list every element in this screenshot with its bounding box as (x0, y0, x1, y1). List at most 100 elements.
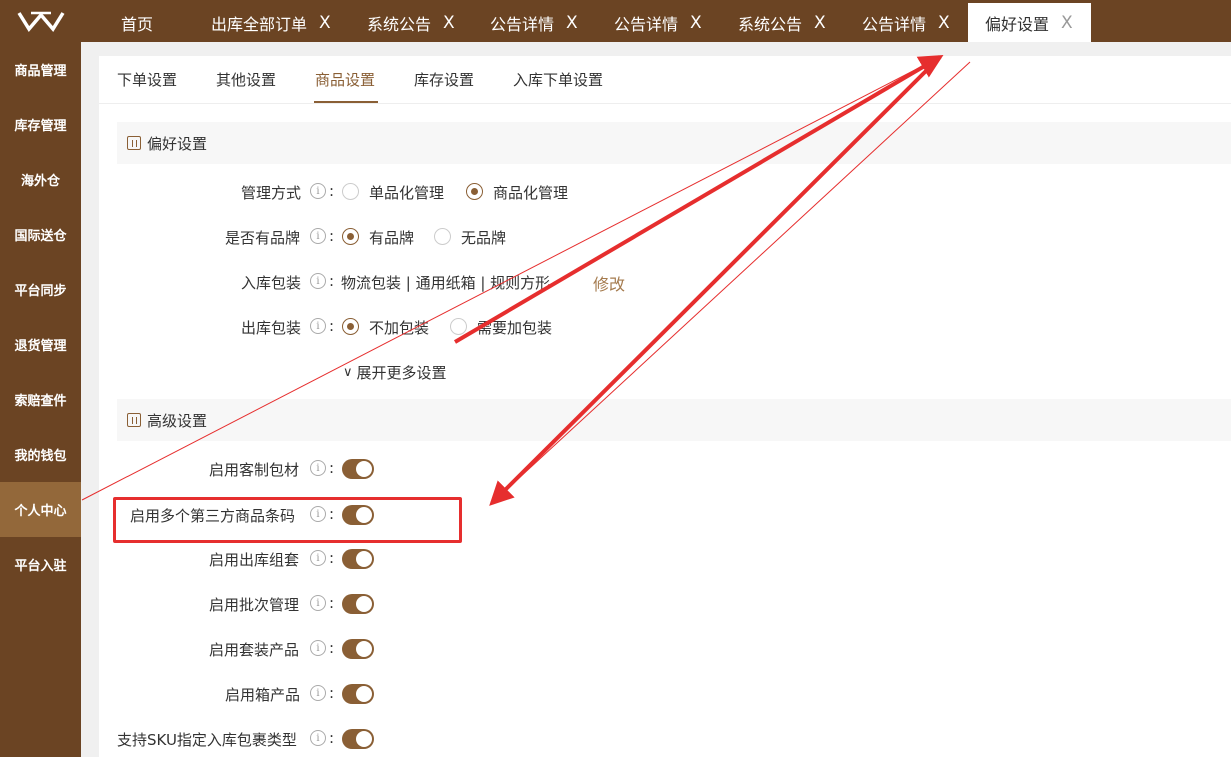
logo[interactable] (0, 0, 81, 42)
toggle-switch[interactable] (342, 459, 374, 479)
colon: : (329, 317, 335, 335)
settings-sliders-icon (127, 413, 141, 427)
advanced-section-header: 高级设置 (117, 399, 1231, 441)
tab-label: 公告详情 (490, 14, 555, 34)
inbound-pack-values: 物流包装 | 通用纸箱 | 规则方形 (341, 274, 551, 292)
sidebar-item-claims[interactable]: 索赔查件 (0, 372, 81, 427)
radio-label: 无品牌 (461, 229, 507, 247)
info-icon[interactable]: i (310, 685, 326, 701)
sidebar-item-label: 我的钱包 (14, 449, 67, 464)
tab-notice-detail[interactable]: 公告详情 X (490, 3, 578, 42)
field-label: 启用批次管理 (209, 596, 300, 614)
manage-mode-row: 管理方式 i : 单品化管理 商品化管理 (99, 180, 1231, 204)
tab-preference-settings[interactable]: 偏好设置 X (968, 3, 1091, 42)
info-icon[interactable]: i (310, 730, 326, 746)
radio-no-brand[interactable] (434, 228, 451, 245)
subtab-order-settings[interactable]: 下单设置 (117, 69, 177, 90)
radio-label: 单品化管理 (369, 184, 445, 202)
colon: : (329, 684, 335, 702)
settings-panel: 下单设置 其他设置 商品设置 库存设置 入库下单设置 偏好设置 管理方式 i :… (99, 56, 1231, 757)
radio-need-packaging[interactable] (450, 318, 467, 335)
sidebar: 商品管理 库存管理 海外仓 国际送仓 平台同步 退货管理 索赔查件 我的钱包 个… (0, 42, 81, 757)
tab-outbound-orders[interactable]: 出库全部订单 X (211, 3, 331, 42)
tab-label: 系统公告 (738, 14, 803, 34)
sidebar-item-label: 商品管理 (14, 64, 67, 79)
section-title: 偏好设置 (147, 134, 208, 153)
radio-no-packaging[interactable] (342, 318, 359, 335)
sidebar-item-international-delivery[interactable]: 国际送仓 (0, 207, 81, 262)
info-icon[interactable]: i (310, 273, 326, 289)
close-icon[interactable]: X (566, 13, 578, 33)
subtab-other-settings[interactable]: 其他设置 (216, 69, 276, 90)
info-icon[interactable]: i (310, 318, 326, 334)
toggle-switch[interactable] (342, 594, 374, 614)
top-bar: 首页 出库全部订单 X 系统公告 X 公告详情 X 公告详情 X 系统公告 X … (0, 0, 1231, 42)
close-icon[interactable]: X (1061, 13, 1073, 33)
radio-product-mode[interactable] (466, 183, 483, 200)
close-icon[interactable]: X (319, 13, 331, 33)
radio-has-brand[interactable] (342, 228, 359, 245)
tab-home[interactable]: 首页 (121, 3, 153, 42)
radio-single-item[interactable] (342, 183, 359, 200)
info-icon[interactable]: i (310, 550, 326, 566)
field-label: 管理方式 (241, 184, 302, 202)
colon: : (329, 272, 335, 290)
field-label: 是否有品牌 (225, 229, 301, 247)
sidebar-item-label: 库存管理 (14, 119, 67, 134)
sidebar-item-returns[interactable]: 退货管理 (0, 317, 81, 372)
close-icon[interactable]: X (443, 13, 455, 33)
radio-label: 需要加包装 (477, 319, 553, 337)
advanced-row-sku-package-type: 支持SKU指定入库包裹类型 i : (99, 727, 1231, 751)
annotation-highlight-box (113, 497, 462, 543)
toggle-switch[interactable] (342, 639, 374, 659)
subtab-product-settings[interactable]: 商品设置 (315, 69, 375, 90)
colon: : (329, 182, 335, 200)
colon: : (329, 227, 335, 245)
sidebar-item-overseas-warehouse[interactable]: 海外仓 (0, 152, 81, 207)
field-label: 启用客制包材 (209, 461, 300, 479)
sidebar-item-product-management[interactable]: 商品管理 (0, 42, 81, 97)
radio-label: 不加包装 (369, 319, 430, 337)
sidebar-item-inventory-management[interactable]: 库存管理 (0, 97, 81, 152)
subtab-inbound-order-settings[interactable]: 入库下单设置 (513, 69, 603, 90)
inbound-pack-row: 入库包装 i : 物流包装 | 通用纸箱 | 规则方形 修改 (99, 270, 1231, 294)
tab-label: 出库全部订单 (211, 14, 308, 34)
tab-label: 首页 (121, 14, 154, 34)
info-icon[interactable]: i (310, 595, 326, 611)
close-icon[interactable]: X (938, 13, 950, 33)
info-icon[interactable]: i (310, 183, 326, 199)
toggle-switch[interactable] (342, 684, 374, 704)
tab-label: 系统公告 (367, 14, 432, 34)
toggle-switch[interactable] (342, 729, 374, 749)
close-icon[interactable]: X (690, 13, 702, 33)
sidebar-item-label: 平台同步 (14, 284, 67, 299)
sidebar-item-label: 平台入驻 (14, 559, 67, 574)
tab-label: 偏好设置 (985, 14, 1050, 34)
colon: : (329, 549, 335, 567)
advanced-row-box-products: 启用箱产品 i : (99, 682, 1231, 706)
tab-system-notice-2[interactable]: 系统公告 X (738, 3, 826, 42)
colon: : (329, 639, 335, 657)
expand-more-settings[interactable]: ∨ 展开更多设置 (343, 362, 447, 383)
sidebar-item-platform-onboarding[interactable]: 平台入驻 (0, 537, 81, 592)
subtab-inventory-settings[interactable]: 库存设置 (414, 69, 474, 90)
tab-notice-detail-3[interactable]: 公告详情 X (862, 3, 950, 42)
info-icon[interactable]: i (310, 640, 326, 656)
sidebar-item-personal-center[interactable]: 个人中心 (0, 482, 81, 537)
tab-notice-detail-2[interactable]: 公告详情 X (614, 3, 702, 42)
tab-label: 公告详情 (862, 14, 927, 34)
field-label: 入库包装 (241, 274, 302, 292)
sidebar-item-wallet[interactable]: 我的钱包 (0, 427, 81, 482)
settings-sliders-icon (127, 136, 141, 150)
field-label: 启用箱产品 (225, 686, 301, 704)
modify-link[interactable]: 修改 (593, 271, 625, 295)
sidebar-item-platform-sync[interactable]: 平台同步 (0, 262, 81, 317)
info-icon[interactable]: i (310, 460, 326, 476)
toggle-switch[interactable] (342, 549, 374, 569)
sidebar-item-label: 索赔查件 (14, 394, 67, 409)
close-icon[interactable]: X (814, 13, 826, 33)
sidebar-item-label: 海外仓 (20, 174, 60, 189)
tab-system-notice[interactable]: 系统公告 X (367, 3, 455, 42)
info-icon[interactable]: i (310, 228, 326, 244)
field-label: 支持SKU指定入库包裹类型 (117, 731, 297, 749)
